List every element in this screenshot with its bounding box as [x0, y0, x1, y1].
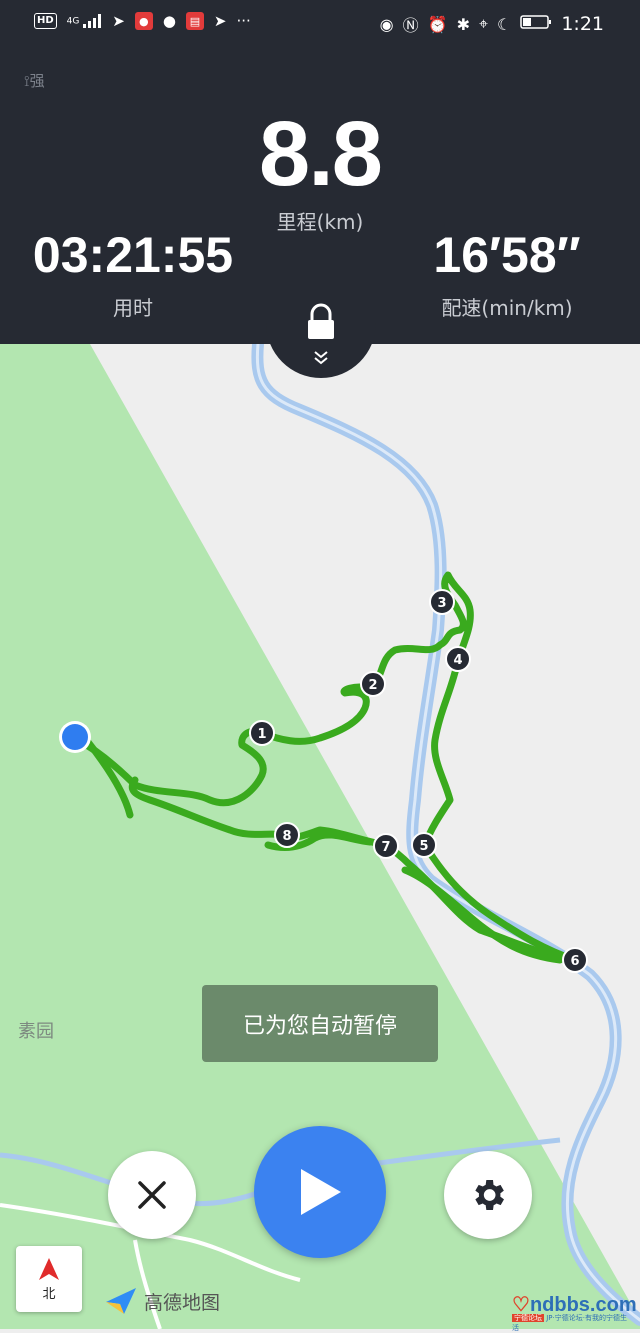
status-bar: HD 4G ➤ ● ● ▤ ➤ ··· ◉ Ⓝ ⏰ ✱ ⌖ ☾ 1:21 — [0, 0, 640, 48]
play-icon — [301, 1169, 341, 1215]
telegram-icon: ➤ — [112, 12, 125, 30]
recorder-icon: ● — [134, 12, 153, 30]
bluetooth-icon: ✱ — [456, 14, 470, 34]
svg-text:8: 8 — [282, 829, 291, 844]
hd-icon: HD — [34, 13, 57, 29]
map-attribution: 高德地图 — [104, 1286, 220, 1316]
calendar-icon: ▤ — [185, 12, 204, 30]
gps-signal: ⟟强 — [24, 72, 45, 90]
more-icon: ··· — [236, 12, 251, 30]
marker-6: 6 — [562, 947, 588, 973]
attribution-text: 高德地图 — [144, 1291, 221, 1314]
marker-8: 8 — [274, 822, 300, 848]
svg-text:5: 5 — [419, 839, 428, 854]
auto-pause-toast: 已为您自动暂停 — [202, 985, 438, 1062]
close-icon — [138, 1181, 166, 1209]
watermark-subtext: 宁德论坛 JP·宁德论坛·有我的宁德生活 — [512, 1314, 627, 1332]
alarm-icon: ⏰ — [427, 14, 448, 34]
svg-text:1: 1 — [257, 727, 266, 742]
pace-value: 16′58″ — [433, 227, 581, 283]
eye-icon: ◉ — [379, 14, 394, 34]
svg-text:2: 2 — [368, 678, 377, 693]
marker-7: 7 — [373, 833, 399, 859]
svg-text:7: 7 — [381, 840, 390, 855]
chevron-down-icon — [314, 351, 328, 365]
marker-3: 3 — [429, 589, 455, 615]
svg-text:3: 3 — [437, 596, 446, 611]
gear-icon — [475, 1180, 504, 1210]
status-left: HD 4G ➤ ● ● ▤ ➤ ··· — [34, 12, 251, 30]
clock: 1:21 — [561, 13, 604, 35]
amap-logo-icon — [106, 1288, 136, 1314]
svg-text:4: 4 — [453, 653, 462, 668]
lock-tab[interactable] — [266, 296, 376, 378]
svg-text:6: 6 — [570, 954, 579, 969]
north-arrow-icon — [39, 1257, 59, 1280]
stop-button[interactable] — [108, 1151, 196, 1239]
status-right: ◉ Ⓝ ⏰ ✱ ⌖ ☾ 1:21 — [380, 12, 604, 36]
compass-button[interactable]: 北 — [16, 1246, 82, 1312]
marker-2: 2 — [360, 671, 386, 697]
compass-label: 北 — [42, 1286, 56, 1302]
chat-icon: ● — [162, 12, 176, 30]
duration-value: 03:21:55 — [32, 227, 234, 283]
current-location-icon — [59, 721, 91, 753]
lock-icon[interactable] — [266, 296, 376, 378]
distance-value: 8.8 — [259, 103, 383, 205]
marker-5: 5 — [411, 832, 437, 858]
resume-button[interactable] — [254, 1126, 386, 1258]
duration-label: 用时 — [113, 296, 153, 320]
battery-icon — [520, 14, 552, 34]
watermark-badge: 宁德论坛 — [512, 1314, 544, 1322]
place-label: 素园 — [18, 1021, 54, 1042]
marker-1: 1 — [249, 720, 275, 746]
marker-4: 4 — [445, 646, 471, 672]
signal-icon: 4G — [67, 14, 103, 28]
nfc-icon: Ⓝ — [402, 16, 419, 35]
pace-label: 配速(min/km) — [441, 296, 573, 320]
settings-button[interactable] — [444, 1151, 532, 1239]
moon-icon: ☾ — [496, 14, 512, 34]
location-icon: ⌖ — [478, 14, 488, 33]
telegram-icon: ➤ — [213, 12, 227, 30]
